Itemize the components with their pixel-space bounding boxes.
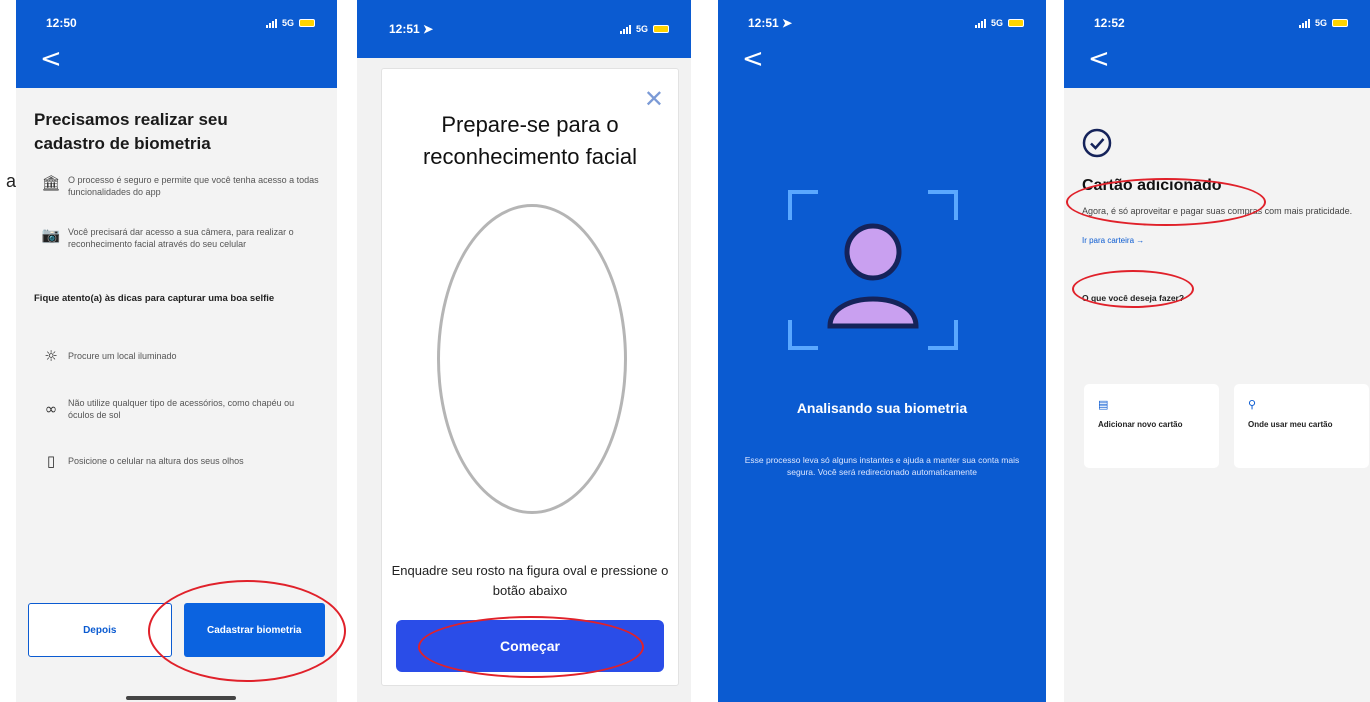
app-header: 12:51 ➤ 5G: [357, 0, 691, 58]
back-button[interactable]: <: [16, 46, 337, 86]
page-title: Prepare-se para o reconhecimento facial: [422, 112, 637, 169]
battery-icon: [1008, 19, 1024, 27]
battery-icon: [653, 25, 669, 33]
phone-icon: ▯: [46, 452, 56, 470]
frame-corner-top-left: [788, 190, 818, 220]
status-bar: 12:51 ➤ 5G: [718, 0, 1046, 46]
face-recognition-prepare-screen: 12:51 ➤ 5G ✕ Prepare-se para o reconheci…: [357, 0, 691, 702]
page-title: Cartão adicionado: [1082, 177, 1222, 194]
instruction-text: Enquadre seu rosto na figura oval e pres…: [391, 563, 669, 598]
network-label: 5G: [281, 18, 294, 28]
signal-icon: [265, 18, 277, 28]
status-time: 12:51 ➤: [748, 16, 793, 30]
card-icon: ▤: [1098, 398, 1109, 411]
tip-text: Procure um local iluminado: [68, 351, 177, 361]
action-tiles: ▤ Adicionar novo cartão ⚲ Onde usar meu …: [1084, 384, 1369, 468]
tips-title: Fique atento(a) às dicas para capturar u…: [34, 293, 275, 304]
network-label: 5G: [635, 24, 648, 34]
home-indicator: [126, 696, 236, 700]
network-label: 5G: [1314, 18, 1327, 28]
face-scan-illustration: [788, 190, 958, 350]
tip-text: Não utilize qualquer tipo de acessórios,…: [68, 398, 295, 420]
building-lock-icon: 🏛: [41, 174, 61, 192]
sun-icon: ☼: [44, 347, 58, 365]
signal-icon: [1298, 18, 1310, 28]
page-title: Precisamos realizar seu cadastro de biom…: [34, 110, 228, 153]
info-list: 🏛 O processo é seguro e permite que você…: [16, 174, 337, 292]
location-pin-icon: ⚲: [1248, 398, 1257, 411]
add-new-card-tile[interactable]: ▤ Adicionar novo cartão: [1084, 384, 1219, 468]
back-button[interactable]: <: [718, 46, 1046, 86]
analyzing-biometrics-screen: 12:51 ➤ 5G < Analisando sua biometria Es…: [718, 0, 1046, 702]
check-circle-icon: [1082, 128, 1112, 158]
tile-label: Onde usar meu cartão: [1248, 420, 1333, 429]
tip-text: Posicione o celular na altura dos seus o…: [68, 456, 244, 466]
info-text: O processo é seguro e permite que você t…: [68, 175, 319, 197]
stray-character: a: [6, 171, 17, 191]
status-bar: 12:52 5G: [1064, 0, 1370, 46]
section-question: O que você deseja fazer?: [1082, 293, 1185, 303]
info-text: Você precisará dar acesso a sua câmera, …: [68, 227, 294, 249]
network-label: 5G: [990, 18, 1003, 28]
app-header: 12:50 5G <: [16, 0, 337, 88]
battery-icon: [1332, 19, 1348, 27]
camera-icon: 📷: [41, 226, 61, 244]
status-time: 12:52: [1094, 16, 1125, 30]
back-button[interactable]: <: [1064, 46, 1370, 86]
status-bar: 12:50 5G: [16, 0, 337, 46]
where-to-use-card-tile[interactable]: ⚲ Onde usar meu cartão: [1234, 384, 1369, 468]
face-oval-frame: [437, 204, 627, 514]
page-title: Analisando sua biometria: [796, 400, 968, 416]
description-text: Esse processo leva só alguns instantes e…: [744, 455, 1020, 477]
tips-list: ☼ Procure um local iluminado ∞ Não utili…: [16, 332, 337, 484]
signal-icon: [974, 18, 986, 28]
app-header: 12:52 5G <: [1064, 0, 1370, 88]
battery-icon: [299, 19, 315, 27]
tile-label: Adicionar novo cartão: [1098, 420, 1183, 429]
status-bar: 12:51 ➤ 5G: [357, 0, 691, 58]
user-avatar-icon: [827, 223, 919, 329]
go-to-wallet-link[interactable]: Ir para carteira →: [1082, 236, 1370, 245]
start-button[interactable]: Começar: [396, 620, 664, 672]
later-button[interactable]: Depois: [28, 603, 172, 657]
status-time: 12:50: [46, 16, 77, 30]
prepare-card: ✕ Prepare-se para o reconhecimento facia…: [381, 68, 679, 686]
glasses-icon: ∞: [44, 400, 58, 418]
card-added-screen: 12:52 5G < Cartão adicionado Agora, é só…: [1064, 0, 1370, 702]
location-arrow-icon: ➤: [782, 16, 793, 30]
register-biometrics-button[interactable]: Cadastrar biometria: [183, 603, 325, 657]
status-time: 12:51 ➤: [389, 22, 434, 36]
biometrics-intro-screen: 12:50 5G < Precisamos realizar seu cadas…: [16, 0, 337, 702]
description-text: Agora, é só aproveitar e pagar suas comp…: [1082, 206, 1353, 216]
location-arrow-icon: ➤: [423, 22, 434, 36]
signal-icon: [619, 24, 631, 34]
action-buttons: Depois Cadastrar biometria: [28, 603, 325, 657]
